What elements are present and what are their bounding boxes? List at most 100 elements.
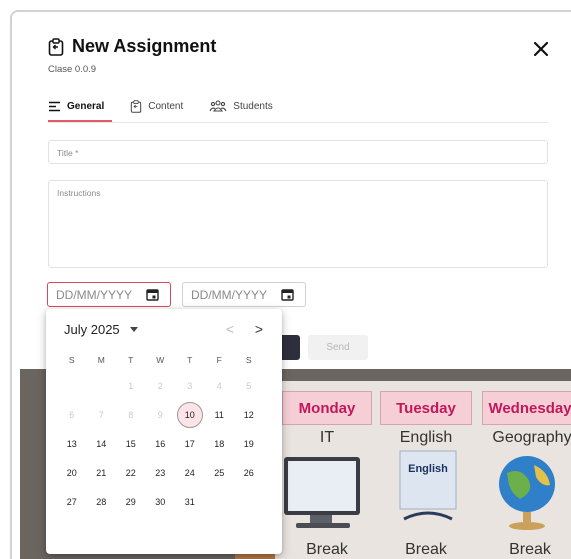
timetable-day-header: Wednesday: [482, 391, 571, 425]
day-number: 25: [214, 467, 225, 478]
disabled-day: 5: [234, 371, 264, 400]
day-number: 6: [69, 409, 75, 420]
calendar-week-row: 13 14 15 16 17 18 19: [57, 429, 267, 458]
calendar-icon[interactable]: [281, 288, 294, 301]
group-icon: [209, 100, 227, 112]
disabled-day: 2: [146, 371, 176, 400]
disabled-day: 7: [87, 400, 117, 429]
day-cell[interactable]: 12: [234, 400, 264, 429]
day-number: 12: [243, 409, 254, 420]
day-cell[interactable]: 26: [234, 458, 264, 487]
day-number: 21: [96, 467, 107, 478]
timetable-break: Break: [405, 541, 447, 558]
month-year-selector[interactable]: July 2025: [64, 322, 138, 337]
day-cell[interactable]: 29: [116, 487, 146, 516]
day-cell[interactable]: 11: [205, 400, 235, 429]
day-number: 11: [214, 409, 224, 420]
day-cell[interactable]: 21: [87, 458, 117, 487]
day-cell[interactable]: 18: [205, 429, 235, 458]
end-date-input[interactable]: DD/MM/YYYY: [182, 282, 306, 307]
day-number: 10: [176, 401, 203, 428]
day-cell[interactable]: 14: [87, 429, 117, 458]
day-number: 5: [246, 380, 252, 391]
book-cover-label: English: [408, 463, 448, 475]
day-cell[interactable]: 25: [205, 458, 235, 487]
title-input[interactable]: Title *: [48, 140, 548, 164]
day-number: 15: [125, 438, 136, 449]
day-cell[interactable]: 31: [175, 487, 205, 516]
calendar-week-row: 27 28 29 30 31: [57, 487, 267, 516]
day-number: 1: [128, 380, 134, 391]
tab-content[interactable]: Content: [130, 96, 183, 116]
weekday-label: S: [245, 355, 252, 365]
calendar-icon[interactable]: [146, 288, 159, 301]
day-cell[interactable]: 17: [175, 429, 205, 458]
timetable-subject: Geography: [492, 429, 571, 446]
lines-icon: [49, 101, 60, 111]
day-number: 26: [243, 467, 254, 478]
day-number: 3: [187, 380, 193, 391]
timetable-subject: IT: [319, 429, 335, 446]
tab-general[interactable]: General: [48, 96, 104, 116]
calendar-grid: S M T W T F S 1 2 3 4 5 6 7 8 9 10 11 12 13 14 15 16 17 18 19 20 21…: [57, 349, 267, 516]
send-label: Send: [326, 342, 350, 353]
empty-day-cell: [87, 371, 117, 400]
day-cell[interactable]: 20: [57, 458, 87, 487]
day-number: 19: [243, 438, 254, 449]
timetable-break: Break: [306, 541, 348, 558]
day-number: 20: [66, 467, 77, 478]
day-cell[interactable]: 23: [146, 458, 176, 487]
calendar-week-row: 1 2 3 4 5: [57, 371, 267, 400]
timetable-day-header: Tuesday: [380, 391, 472, 425]
disabled-day: 9: [146, 400, 176, 429]
calendar-week-row: 6 7 8 9 10 11 12: [57, 400, 267, 429]
timetable-subject: English: [399, 429, 453, 446]
month-year-label: July 2025: [64, 322, 120, 337]
tabs-divider: [48, 122, 548, 123]
tab-students[interactable]: Students: [209, 96, 273, 116]
instructions-textarea[interactable]: Instructions: [48, 180, 548, 268]
selected-day[interactable]: 10: [175, 400, 205, 429]
next-month-button[interactable]: >: [251, 321, 267, 337]
day-cell[interactable]: 22: [116, 458, 146, 487]
send-button[interactable]: Send: [308, 335, 368, 360]
day-cell[interactable]: 15: [116, 429, 146, 458]
calendar-week-row: 20 21 22 23 24 25 26: [57, 458, 267, 487]
page-frame: Monday Tuesday Wednesday IT English Geog…: [10, 10, 571, 559]
day-number: 13: [66, 438, 77, 449]
close-icon[interactable]: [532, 40, 550, 58]
instructions-placeholder: Instructions: [57, 188, 101, 198]
dialog-tabs: General Content Students: [48, 96, 299, 122]
start-date-input[interactable]: DD/MM/YYYY: [47, 282, 171, 307]
timetable-day-header: Monday: [282, 391, 372, 425]
day-number: 17: [184, 438, 195, 449]
day-cell[interactable]: 27: [57, 487, 87, 516]
day-number: 28: [96, 496, 107, 507]
day-number: 29: [125, 496, 136, 507]
timetable-break: Break: [509, 541, 551, 558]
disabled-day: 4: [205, 371, 235, 400]
day-number: 16: [155, 438, 166, 449]
day-number: 22: [125, 467, 136, 478]
day-cell[interactable]: 28: [87, 487, 117, 516]
tab-label: Content: [148, 100, 184, 112]
tab-label: Students: [233, 100, 273, 112]
day-cell[interactable]: 30: [146, 487, 176, 516]
day-cell[interactable]: 13: [57, 429, 87, 458]
title-placeholder: Title *: [57, 148, 79, 158]
disabled-day: 1: [116, 371, 146, 400]
day-cell[interactable]: 19: [234, 429, 264, 458]
day-cell[interactable]: 16: [146, 429, 176, 458]
day-number: 30: [155, 496, 166, 507]
dialog-title: New Assignment: [72, 36, 217, 56]
disabled-day: 8: [116, 400, 146, 429]
day-cell[interactable]: 24: [175, 458, 205, 487]
day-number: 9: [157, 409, 163, 420]
previous-month-button[interactable]: <: [222, 321, 238, 337]
weekday-label: T: [187, 355, 193, 365]
disabled-day: 3: [175, 371, 205, 400]
day-number: 27: [66, 496, 77, 507]
day-number: 4: [216, 380, 222, 391]
end-date-placeholder: DD/MM/YYYY: [191, 287, 268, 302]
weekday-label: T: [128, 355, 134, 365]
